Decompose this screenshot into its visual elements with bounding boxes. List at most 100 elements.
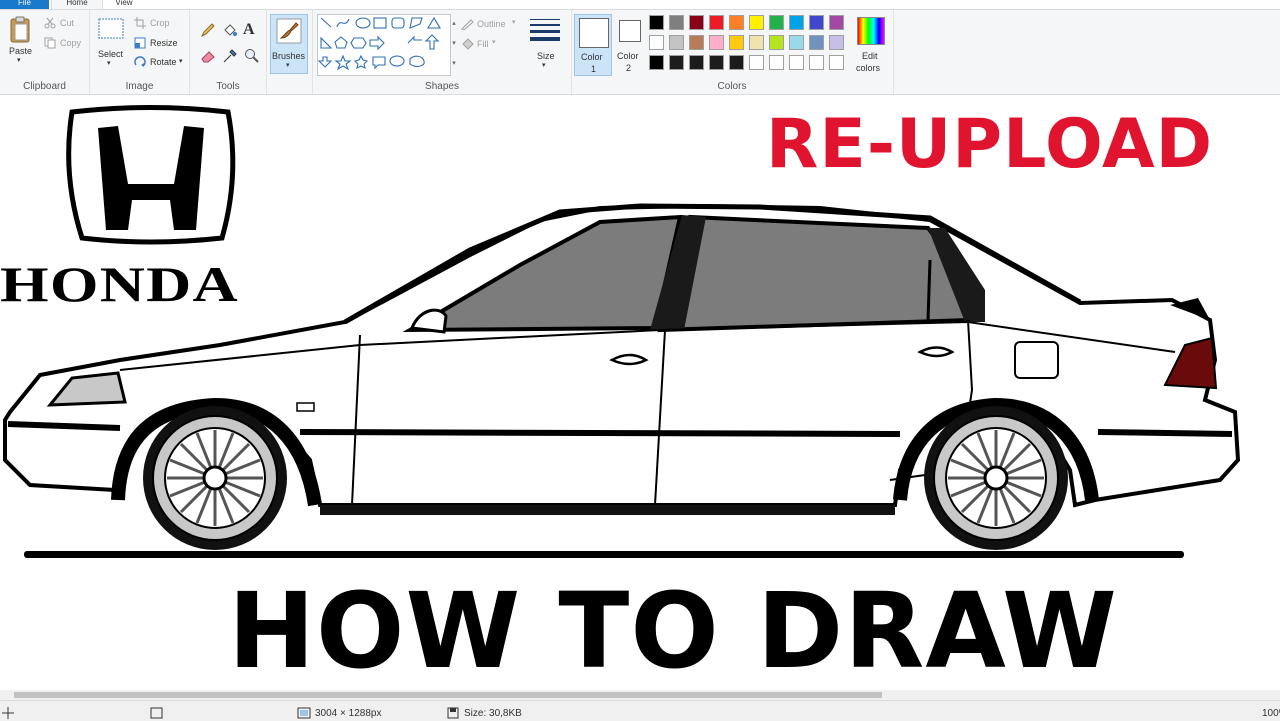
- palette-swatch[interactable]: [689, 35, 704, 50]
- color-picker-icon[interactable]: [222, 48, 238, 64]
- crop-label: Crop: [150, 18, 170, 28]
- brushes-button[interactable]: Brushes ▾: [270, 14, 308, 74]
- pencil-icon[interactable]: [200, 22, 216, 38]
- palette-swatch[interactable]: [669, 15, 684, 30]
- front-wheel-icon: [143, 406, 287, 550]
- palette-swatch[interactable]: [829, 35, 844, 50]
- palette-swatch[interactable]: [729, 55, 744, 70]
- copy-button[interactable]: Copy: [42, 36, 86, 50]
- palette-swatch[interactable]: [729, 15, 744, 30]
- rotate-button[interactable]: Rotate ▾: [132, 55, 186, 69]
- size-label: Size: [537, 51, 555, 61]
- fill-label: Fill: [477, 39, 489, 49]
- status-bar: 3004 × 1288px Size: 30,8KB 100%: [0, 700, 1280, 721]
- palette-swatch[interactable]: [789, 35, 804, 50]
- eraser-icon[interactable]: [200, 48, 216, 64]
- image-group-label: Image: [125, 81, 154, 92]
- palette-swatch[interactable]: [649, 15, 664, 30]
- color2-swatch: [619, 20, 641, 42]
- palette-swatch[interactable]: [669, 35, 684, 50]
- cut-label: Cut: [60, 18, 75, 28]
- magnifier-icon[interactable]: [244, 48, 260, 64]
- clipboard-group: Paste ▾ Cut Copy Clipboard: [0, 10, 90, 94]
- file-size: Size: 30,8KB: [464, 708, 522, 719]
- paste-label: Paste: [9, 46, 33, 56]
- fill-bucket-icon[interactable]: [222, 22, 238, 38]
- palette-swatch[interactable]: [669, 55, 684, 70]
- palette-swatch[interactable]: [749, 15, 764, 30]
- brushes-group: Brushes ▾: [267, 10, 313, 94]
- fill-icon: [462, 38, 474, 50]
- palette-swatch[interactable]: [809, 15, 824, 30]
- palette-swatch[interactable]: [729, 35, 744, 50]
- outline-label: Outline: [477, 19, 506, 29]
- palette-swatch[interactable]: [649, 55, 664, 70]
- rotate-dropdown-icon: ▾: [179, 58, 183, 65]
- palette-swatch[interactable]: [749, 35, 764, 50]
- drawing-canvas[interactable]: HONDA RE-UPLOAD HOW TO DRAW: [0, 95, 1280, 692]
- clipboard-group-label: Clipboard: [23, 81, 66, 92]
- palette-swatch[interactable]: [649, 35, 664, 50]
- palette-swatch[interactable]: [749, 55, 764, 70]
- palette-swatch[interactable]: [689, 15, 704, 30]
- colors-group: Color 1 Color 2 Edit colors Colors: [571, 10, 894, 94]
- paste-button[interactable]: Paste ▾: [4, 14, 38, 70]
- palette-swatch[interactable]: [809, 55, 824, 70]
- colors-group-label: Colors: [717, 81, 747, 92]
- palette-swatch[interactable]: [689, 55, 704, 70]
- copy-icon: [44, 37, 56, 49]
- select-button[interactable]: Select ▾: [94, 16, 128, 72]
- zoom-level[interactable]: 100%: [1262, 708, 1280, 719]
- palette-swatch[interactable]: [769, 35, 784, 50]
- brand-text: HONDA: [0, 256, 239, 312]
- palette-swatch[interactable]: [829, 55, 844, 70]
- horizontal-scrollbar[interactable]: [0, 690, 1280, 700]
- palette-swatch[interactable]: [789, 15, 804, 30]
- select-label: Select: [98, 49, 124, 59]
- horizontal-scroll-thumb[interactable]: [14, 692, 882, 698]
- select-rectangle-icon: [98, 18, 124, 39]
- tab-file[interactable]: File: [0, 0, 49, 9]
- paste-dropdown-icon: ▾: [17, 57, 21, 64]
- how-to-draw-text: HOW TO DRAW: [228, 570, 1118, 692]
- shapes-gallery-icons: [318, 16, 441, 71]
- palette-swatch[interactable]: [809, 35, 824, 50]
- color1-label: Color: [581, 52, 603, 62]
- tab-home[interactable]: Home: [51, 0, 103, 9]
- palette-swatch[interactable]: [829, 15, 844, 30]
- color2-button[interactable]: Color 2: [614, 14, 646, 74]
- crop-button[interactable]: Crop: [132, 16, 186, 30]
- image-group: Select ▾ Crop Resize Rotate ▾ Image: [90, 10, 190, 94]
- palette-swatch[interactable]: [709, 15, 724, 30]
- resize-button[interactable]: Resize: [132, 36, 186, 50]
- color1-button[interactable]: Color 1: [574, 14, 612, 76]
- brushes-dropdown-icon: ▾: [286, 62, 290, 69]
- palette-swatch[interactable]: [769, 15, 784, 30]
- rotate-label: Rotate: [150, 57, 177, 67]
- palette-swatch[interactable]: [769, 55, 784, 70]
- color2-label: Color: [617, 51, 639, 61]
- color-spectrum-icon: [857, 17, 885, 45]
- cursor-position-icon: [2, 707, 14, 719]
- edit-colors-button[interactable]: Edit colors: [853, 14, 889, 74]
- ribbon-tabs: File Home View: [0, 0, 1280, 10]
- canvas-size-icon: [297, 707, 311, 719]
- scissors-icon: [44, 17, 56, 29]
- palette-swatch[interactable]: [709, 35, 724, 50]
- edit-colors-label-1: Edit: [862, 51, 878, 61]
- shapes-scroll[interactable]: ▴ ▾ ▾: [449, 14, 459, 74]
- fill-dropdown-icon: ▾: [492, 39, 496, 46]
- text-tool-button[interactable]: A: [243, 21, 255, 39]
- resize-label: Resize: [150, 38, 178, 48]
- color1-swatch: [579, 18, 609, 48]
- reupload-text: RE-UPLOAD: [766, 105, 1214, 184]
- cut-button[interactable]: Cut: [42, 16, 86, 30]
- palette-swatch[interactable]: [709, 55, 724, 70]
- shapes-gallery[interactable]: [317, 14, 451, 76]
- rear-wheel-icon: [924, 406, 1068, 550]
- copy-label: Copy: [60, 38, 82, 48]
- outline-dropdown-icon: ▾: [512, 19, 516, 26]
- palette-swatch[interactable]: [789, 55, 804, 70]
- tab-view[interactable]: View: [104, 0, 144, 9]
- size-button[interactable]: Size ▾: [528, 16, 562, 72]
